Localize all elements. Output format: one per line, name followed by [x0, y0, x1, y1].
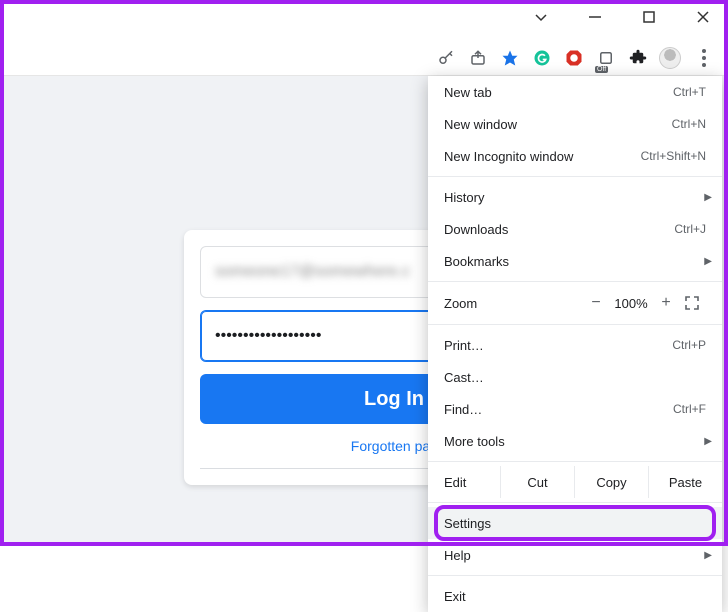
menu-more-tools[interactable]: More tools▶ [428, 425, 722, 457]
menu-downloads[interactable]: DownloadsCtrl+J [428, 213, 722, 245]
key-icon[interactable] [433, 45, 459, 71]
menu-help[interactable]: Help▶ [428, 539, 722, 571]
menu-paste[interactable]: Paste [648, 466, 722, 498]
chevron-down-icon[interactable] [530, 6, 552, 28]
menu-history[interactable]: History▶ [428, 181, 722, 213]
menu-edit-row: Edit Cut Copy Paste [428, 466, 722, 498]
puzzle-icon[interactable] [625, 45, 651, 71]
zoom-value: 100% [608, 296, 654, 311]
close-button[interactable] [692, 6, 714, 28]
menu-settings[interactable]: Settings [428, 507, 722, 539]
adblock-icon[interactable] [561, 45, 587, 71]
grammarly-icon[interactable] [529, 45, 555, 71]
share-icon[interactable] [465, 45, 491, 71]
ext-off-icon[interactable]: Off [593, 45, 619, 71]
star-icon[interactable] [497, 45, 523, 71]
chevron-right-icon: ▶ [704, 256, 712, 267]
zoom-label: Zoom [444, 296, 584, 311]
minimize-button[interactable] [584, 6, 606, 28]
menu-zoom: Zoom − 100% + [428, 286, 722, 320]
chevron-right-icon: ▶ [704, 436, 712, 447]
menu-print[interactable]: Print…Ctrl+P [428, 329, 722, 361]
menu-new-tab[interactable]: New tabCtrl+T [428, 76, 722, 108]
menu-find[interactable]: Find…Ctrl+F [428, 393, 722, 425]
maximize-button[interactable] [638, 6, 660, 28]
browser-toolbar: Off [4, 40, 724, 76]
menu-copy[interactable]: Copy [574, 466, 648, 498]
menu-exit[interactable]: Exit [428, 580, 722, 612]
zoom-out-button[interactable]: − [584, 294, 608, 312]
window-controls [530, 6, 714, 28]
chrome-menu: New tabCtrl+T New windowCtrl+N New Incog… [428, 76, 722, 612]
off-badge: Off [595, 66, 608, 73]
menu-edit-label: Edit [428, 475, 500, 490]
fullscreen-icon[interactable] [678, 295, 706, 311]
menu-cut[interactable]: Cut [500, 466, 574, 498]
kebab-icon[interactable] [692, 46, 716, 70]
menu-cast[interactable]: Cast… [428, 361, 722, 393]
zoom-in-button[interactable]: + [654, 294, 678, 312]
chevron-right-icon: ▶ [704, 550, 712, 561]
avatar-icon[interactable] [657, 45, 683, 71]
menu-new-window[interactable]: New windowCtrl+N [428, 108, 722, 140]
chevron-right-icon: ▶ [704, 192, 712, 203]
menu-bookmarks[interactable]: Bookmarks▶ [428, 245, 722, 277]
menu-new-incognito[interactable]: New Incognito windowCtrl+Shift+N [428, 140, 722, 172]
